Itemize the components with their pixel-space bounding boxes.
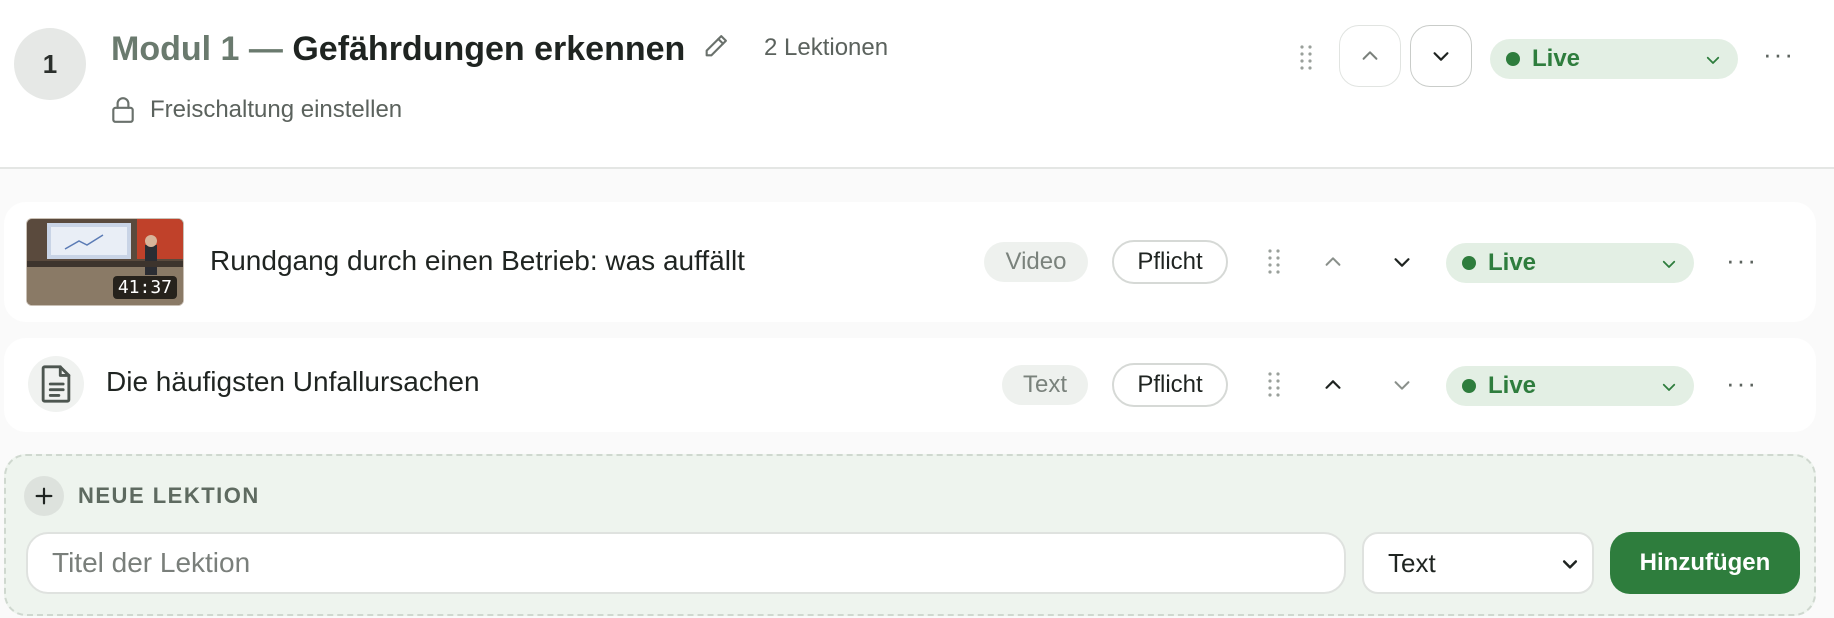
module-title: Modul 1 — Gefährdungen erkennen [111, 27, 685, 71]
chevron-down-icon [1433, 52, 1449, 61]
drag-handle-icon[interactable] [1267, 248, 1281, 276]
lesson-type-select[interactable]: Text [1362, 532, 1594, 594]
chevron-up-icon[interactable] [1322, 374, 1344, 396]
chevron-down-icon [1662, 383, 1676, 391]
module-title-prefix: Modul 1 — [111, 30, 283, 68]
lesson-row[interactable]: 41:37 Rundgang durch einen Betrieb: was … [4, 202, 1816, 322]
more-options-button[interactable]: ··· [1726, 370, 1758, 396]
video-duration: 41:37 [112, 276, 177, 299]
module-number-badge: 1 [14, 28, 86, 100]
module-title-name: Gefährdungen erkennen [292, 30, 686, 68]
new-lesson-panel: NEUE LEKTION Text Hinzufügen [4, 454, 1816, 616]
more-options-button[interactable]: ··· [1763, 41, 1795, 67]
status-dot [1462, 379, 1476, 393]
lesson-title[interactable]: Rundgang durch einen Betrieb: was auffäl… [210, 244, 745, 278]
status-dot [1462, 256, 1476, 270]
chevron-down-icon [1706, 56, 1720, 64]
module-status-select[interactable]: Live [1490, 39, 1738, 79]
chevron-down-icon[interactable] [1391, 251, 1413, 273]
video-thumbnail[interactable]: 41:37 [26, 218, 184, 306]
chevron-up-icon [1362, 51, 1378, 60]
document-icon-badge [28, 356, 84, 412]
chevron-down-icon [1562, 560, 1578, 569]
move-up-button[interactable] [1339, 25, 1401, 87]
move-down-button[interactable] [1410, 25, 1472, 87]
module-header: 1 Modul 1 — Gefährdungen erkennen 2 Lekt… [0, 0, 1834, 169]
lesson-type-badge: Text [1002, 365, 1088, 405]
unlock-settings-link[interactable]: Freischaltung einstellen [150, 95, 402, 125]
chevron-down-icon [1662, 260, 1676, 268]
add-lesson-button[interactable]: Hinzufügen [1610, 532, 1800, 594]
new-lesson-label: NEUE LEKTION [78, 483, 260, 508]
chevron-down-icon[interactable] [1391, 374, 1413, 396]
status-label: Live [1488, 249, 1537, 276]
lesson-row[interactable]: Die häufigsten Unfallursachen Text Pflic… [4, 338, 1816, 432]
plus-icon [35, 487, 53, 505]
status-label: Live [1532, 45, 1581, 72]
lesson-title[interactable]: Die häufigsten Unfallursachen [106, 365, 480, 399]
lesson-status-select[interactable]: Live [1446, 243, 1694, 283]
lesson-count: 2 Lektionen [764, 34, 889, 61]
lesson-status-select[interactable]: Live [1446, 366, 1694, 406]
drag-handle-icon[interactable] [1299, 44, 1313, 72]
lesson-type-badge: Video [984, 242, 1088, 282]
status-dot [1506, 52, 1520, 66]
drag-handle-icon[interactable] [1267, 371, 1281, 399]
required-toggle[interactable]: Pflicht [1112, 363, 1228, 407]
add-lesson-toggle[interactable] [24, 476, 64, 516]
lesson-title-input[interactable] [26, 532, 1346, 594]
lesson-type-selected: Text [1388, 547, 1436, 578]
status-label: Live [1488, 372, 1537, 399]
document-icon [41, 365, 71, 403]
more-options-button[interactable]: ··· [1726, 247, 1758, 273]
chevron-up-icon[interactable] [1322, 251, 1344, 273]
lock-icon [112, 97, 134, 123]
edit-pencil-icon[interactable] [702, 32, 730, 60]
required-toggle[interactable]: Pflicht [1112, 240, 1228, 284]
